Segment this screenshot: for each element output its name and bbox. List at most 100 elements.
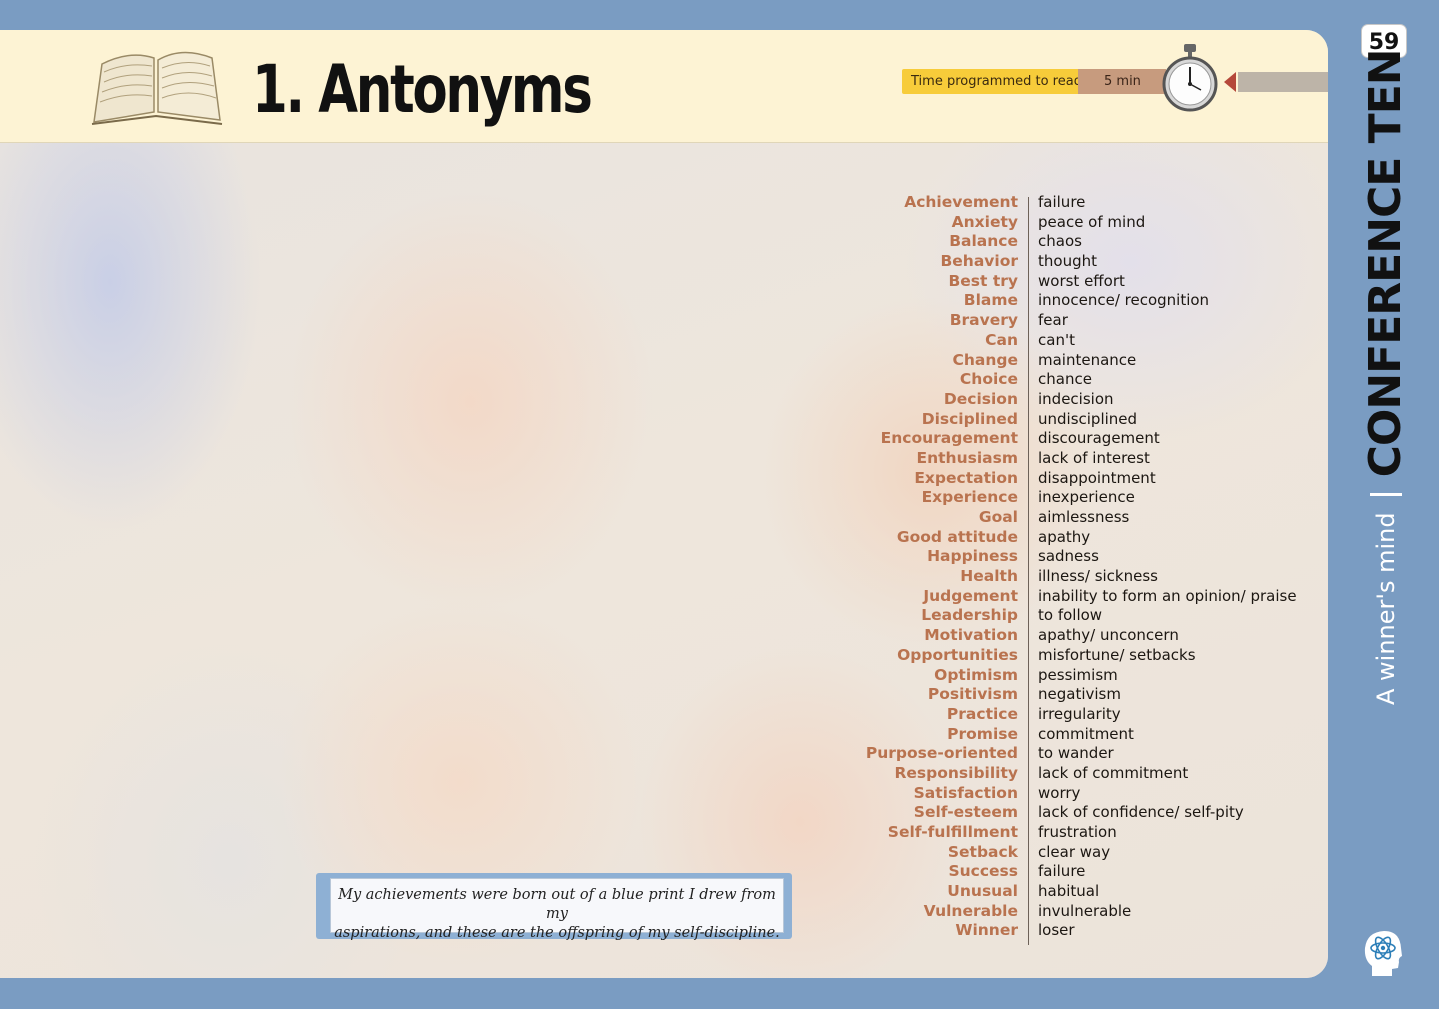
page-header: 1. Antonyms Time programmed to read: 5 m… [0,30,1328,143]
antonym-row: Judgement inability to form an opinion/ p… [860,587,1300,607]
antonym-opposite: frustration [1038,823,1117,841]
antonym-term: Balance [949,232,1018,251]
antonym-term: Opportunities [897,645,1018,664]
antonym-term: Happiness [927,547,1018,566]
antonym-opposite: habitual [1038,882,1100,901]
antonym-opposite: thought [1038,252,1097,271]
brain-head-icon [1364,931,1402,976]
antonym-opposite: apathy/ unconcern [1038,626,1179,645]
antonym-opposite: aimlessness [1038,508,1130,526]
quote-line-1: My achievements were born out of a blue … [338,887,776,922]
antonym-term: Promise [947,724,1018,743]
antonym-row: Bravery fear [860,311,1300,331]
antonym-term: Disciplined [921,409,1018,428]
antonym-row: Can can't [860,331,1300,351]
antonym-row: Anxiety peace of mind [860,213,1300,233]
antonym-term: Motivation [924,626,1018,645]
antonym-row: Achievement failure [860,193,1300,213]
antonym-opposite: inexperience [1038,488,1135,507]
antonym-row: Blame innocence/ recognition [860,291,1300,311]
antonym-opposite: disappointment [1038,468,1156,487]
antonym-opposite: worst effort [1038,271,1125,290]
antonym-row: Behavior thought [860,252,1300,272]
antonym-row: Disciplined undisciplined [860,410,1300,430]
antonym-opposite: discouragement [1038,429,1160,448]
antonym-row: Encouragement discouragement [860,429,1300,449]
antonym-term: Choice [959,370,1018,389]
antonym-row: Balance chaos [860,232,1300,252]
antonym-row: Practice irregularity [860,705,1300,725]
antonym-row: Responsibility lack of commitment [860,764,1300,784]
antonym-term: Vulnerable [923,901,1018,920]
antonym-term: Positivism [927,685,1018,704]
antonym-opposite: inability to form an opinion/ praise [1038,586,1297,605]
antonym-term: Change [952,350,1018,369]
antonym-row: Health illness/ sickness [860,567,1300,587]
antonym-opposite: clear way [1038,842,1111,861]
time-programmed-label: Time programmed to read: [902,69,1096,94]
antonym-row: Happiness sadness [860,547,1300,567]
antonym-row: Expectation disappointment [860,469,1300,489]
antonym-term: Can [985,330,1018,349]
antonym-opposite: apathy [1038,527,1091,546]
antonym-row: Opportunities misfortune/ setbacks [860,646,1300,666]
antonym-term: Responsibility [894,763,1018,782]
antonym-opposite: loser [1038,921,1075,940]
page-title: 1. Antonyms [252,51,593,128]
antonym-opposite: commitment [1038,724,1134,743]
antonym-term: Setback [947,842,1018,861]
antonym-row: Good attitude apathy [860,528,1300,548]
antonym-row: Best try worst effort [860,272,1300,292]
antonym-opposite: lack of confidence/ self-pity [1038,803,1244,822]
antonym-row: Choice chance [860,370,1300,390]
antonym-term: Encouragement [880,429,1018,448]
antonym-row: Leadership to follow [860,606,1300,626]
antonym-row: Vulnerable invulnerable [860,902,1300,922]
antonym-opposite: invulnerable [1038,901,1132,920]
antonym-opposite: chaos [1038,232,1082,251]
antonym-term: Expectation [914,468,1018,487]
antonym-term: Health [960,567,1018,586]
antonym-term: Winner [955,921,1018,940]
antonym-row: Setback clear way [860,843,1300,863]
antonym-term: Self-fulfillment [887,823,1018,841]
antonym-opposite: peace of mind [1038,212,1146,231]
chapter-subtitle: A winner's mind [1371,512,1400,705]
antonym-opposite: illness/ sickness [1038,567,1158,586]
antonym-opposite: to follow [1038,606,1103,625]
stopwatch-icon [1162,44,1218,112]
antonym-opposite: irregularity [1038,704,1121,723]
antonym-term: Good attitude [896,527,1018,546]
progress-bar [1238,72,1328,92]
antonym-opposite: innocence/ recognition [1038,291,1210,310]
sidebar-separator [1369,493,1402,497]
antonym-term: Goal [978,508,1018,526]
antonym-list: Achievement failure Anxiety peace of mind Ba… [860,193,1300,945]
open-book-icon [91,51,223,125]
antonym-row: Decision indecision [860,390,1300,410]
antonym-opposite: pessimism [1038,665,1118,684]
antonym-term: Enthusiasm [916,448,1018,467]
antonym-row: Goal aimlessness [860,508,1300,528]
antonym-opposite: maintenance [1038,350,1137,369]
antonym-row: Enthusiasm lack of interest [860,449,1300,469]
antonym-term: Decision [943,389,1018,408]
antonym-opposite: misfortune/ setbacks [1038,645,1196,664]
antonym-row: Self-fulfillment frustration [860,823,1300,843]
antonym-term: Bravery [949,311,1018,330]
chapter-title: CONFERENCE TEN [1360,49,1411,478]
antonym-opposite: fear [1038,311,1068,330]
antonym-row: Optimism pessimism [860,666,1300,686]
reading-time-value: 5 min [1078,69,1166,94]
antonym-term: Unusual [947,882,1018,901]
antonym-term: Self-esteem [913,803,1018,822]
antonym-term: Practice [946,704,1018,723]
antonym-opposite: lack of interest [1038,448,1150,467]
antonym-term: Behavior [940,252,1018,271]
antonym-opposite: lack of commitment [1038,763,1189,782]
antonym-term: Success [948,862,1018,881]
antonym-opposite: failure [1038,193,1086,211]
antonym-row: Self-esteem lack of confidence/ self-pity [860,803,1300,823]
antonym-term: Achievement [904,193,1018,211]
antonym-row: Purpose-oriented to wander [860,744,1300,764]
